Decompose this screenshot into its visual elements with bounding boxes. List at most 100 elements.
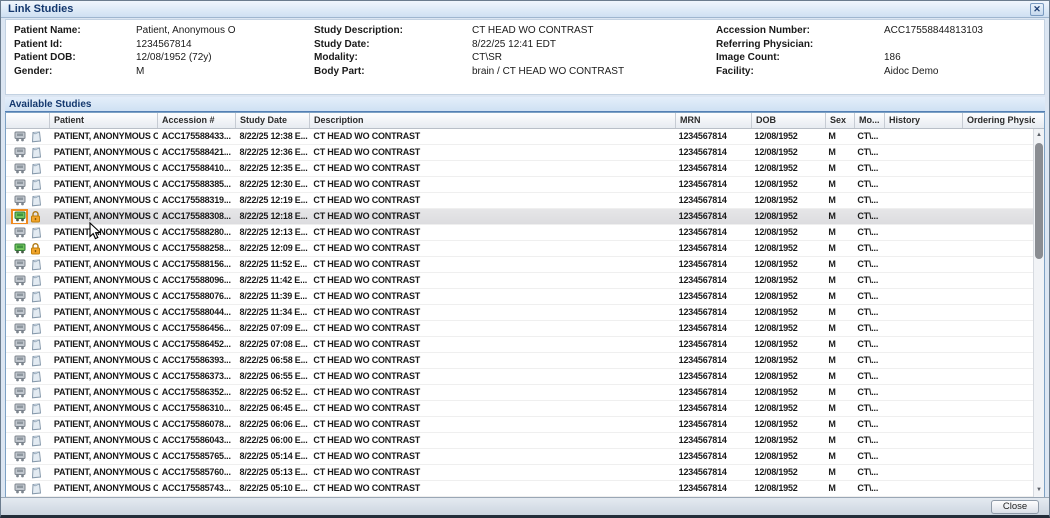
column-header-study-date[interactable]: Study Date <box>236 113 310 128</box>
table-row[interactable]: PATIENT, ANONYMOUS O ACC175588308... 8/2… <box>6 209 1033 225</box>
scroll-up-icon[interactable]: ▲ <box>1034 130 1044 141</box>
cell-dob: 12/08/1952 <box>751 177 825 192</box>
table-row[interactable]: PATIENT, ANONYMOUS O ACC175588385... 8/2… <box>6 177 1033 193</box>
table-row[interactable]: PATIENT, ANONYMOUS O ACC175588433... 8/2… <box>6 129 1033 145</box>
table-row[interactable]: PATIENT, ANONYMOUS O ACC175588280... 8/2… <box>6 225 1033 241</box>
scrollbar-thumb[interactable] <box>1035 143 1043 259</box>
study-icon-wrap <box>13 403 26 415</box>
column-header-patient[interactable]: Patient <box>50 113 158 128</box>
cell-description: CT HEAD WO CONTRAST <box>309 193 674 208</box>
column-header-icons[interactable] <box>6 113 50 128</box>
column-header-mrn[interactable]: MRN <box>676 113 752 128</box>
table-row[interactable]: PATIENT, ANONYMOUS O ACC175588096... 8/2… <box>6 273 1033 289</box>
cell-dob: 12/08/1952 <box>751 417 825 432</box>
study-machine-icon <box>14 227 26 238</box>
row-icons <box>6 321 50 336</box>
column-header-accession[interactable]: Accession # <box>158 113 236 128</box>
cell-patient: PATIENT, ANONYMOUS O <box>50 209 158 224</box>
cell-mrn: 1234567814 <box>675 225 751 240</box>
cell-study-date: 8/22/25 06:55 E... <box>236 369 310 384</box>
cell-modality: CT\... <box>853 401 883 416</box>
field-label: Patient Name: <box>14 25 136 39</box>
doc-icon-wrap <box>29 339 42 351</box>
table-row[interactable]: PATIENT, ANONYMOUS O ACC175586078... 8/2… <box>6 417 1033 433</box>
column-header-history[interactable]: History <box>885 113 963 128</box>
cell-ordering-physician <box>961 273 1033 288</box>
table-row[interactable]: PATIENT, ANONYMOUS O ACC175585760... 8/2… <box>6 465 1033 481</box>
cell-study-date: 8/22/25 12:30 E... <box>236 177 310 192</box>
table-row[interactable]: PATIENT, ANONYMOUS O ACC175588258... 8/2… <box>6 241 1033 257</box>
table-row[interactable]: PATIENT, ANONYMOUS O ACC175586310... 8/2… <box>6 401 1033 417</box>
cell-study-date: 8/22/25 07:08 E... <box>236 337 310 352</box>
cell-accession: ACC175588421... <box>158 145 236 160</box>
table-row[interactable]: PATIENT, ANONYMOUS O ACC175586352... 8/2… <box>6 385 1033 401</box>
cell-accession: ACC175586456... <box>158 321 236 336</box>
cell-accession: ACC175588156... <box>158 257 236 272</box>
field-value: 1234567814 <box>136 39 192 53</box>
table-row[interactable]: PATIENT, ANONYMOUS O ACC175586452... 8/2… <box>6 337 1033 353</box>
cell-accession: ACC175586452... <box>158 337 236 352</box>
column-header-sex[interactable]: Sex <box>826 113 855 128</box>
cell-dob: 12/08/1952 <box>751 481 825 496</box>
cell-sex: M <box>824 257 853 272</box>
cell-study-date: 8/22/25 11:52 E... <box>236 257 310 272</box>
study-machine-icon <box>14 307 26 318</box>
document-icon <box>30 307 42 319</box>
table-row[interactable]: PATIENT, ANONYMOUS O ACC175588421... 8/2… <box>6 145 1033 161</box>
table-row[interactable]: PATIENT, ANONYMOUS O ACC175588044... 8/2… <box>6 305 1033 321</box>
cell-sex: M <box>824 481 853 496</box>
study-machine-icon <box>14 323 26 334</box>
cell-mrn: 1234567814 <box>675 305 751 320</box>
column-header-modality[interactable]: Mo... <box>855 113 885 128</box>
table-row[interactable]: PATIENT, ANONYMOUS O ACC175586393... 8/2… <box>6 353 1033 369</box>
cell-accession: ACC175586310... <box>158 401 236 416</box>
document-icon <box>30 179 42 191</box>
cell-accession: ACC175588410... <box>158 161 236 176</box>
cell-dob: 12/08/1952 <box>751 129 825 144</box>
document-icon <box>30 339 42 351</box>
table-row[interactable]: PATIENT, ANONYMOUS O ACC175586043... 8/2… <box>6 433 1033 449</box>
column-header-ordering-physician[interactable]: Ordering Physic... <box>963 113 1035 128</box>
column-header-description[interactable]: Description <box>310 113 676 128</box>
study-machine-icon <box>14 419 26 430</box>
cell-dob: 12/08/1952 <box>751 321 825 336</box>
cell-study-date: 8/22/25 06:45 E... <box>236 401 310 416</box>
cell-description: CT HEAD WO CONTRAST <box>309 401 674 416</box>
cell-sex: M <box>824 321 853 336</box>
cell-dob: 12/08/1952 <box>751 225 825 240</box>
cell-accession: ACC175585765... <box>158 449 236 464</box>
cell-study-date: 8/22/25 12:36 E... <box>236 145 310 160</box>
table-row[interactable]: PATIENT, ANONYMOUS O ACC175585743... 8/2… <box>6 481 1033 497</box>
cell-modality: CT\... <box>853 129 883 144</box>
table-row[interactable]: PATIENT, ANONYMOUS O ACC175585765... 8/2… <box>6 449 1033 465</box>
vertical-scrollbar[interactable]: ▲ ▼ <box>1033 129 1044 497</box>
cell-description: CT HEAD WO CONTRAST <box>309 145 674 160</box>
table-row[interactable]: PATIENT, ANONYMOUS O ACC175588410... 8/2… <box>6 161 1033 177</box>
cell-ordering-physician <box>961 161 1033 176</box>
cell-study-date: 8/22/25 05:14 E... <box>236 449 310 464</box>
cell-modality: CT\... <box>853 385 883 400</box>
table-row[interactable]: PATIENT, ANONYMOUS O ACC175586373... 8/2… <box>6 369 1033 385</box>
study-icon-wrap <box>13 355 26 367</box>
field-label: Patient Id: <box>14 39 136 53</box>
row-icons <box>6 209 50 224</box>
cell-accession: ACC175588385... <box>158 177 236 192</box>
table-row[interactable]: PATIENT, ANONYMOUS O ACC175588076... 8/2… <box>6 289 1033 305</box>
cell-history <box>883 161 961 176</box>
cell-mrn: 1234567814 <box>675 369 751 384</box>
row-icons <box>6 433 50 448</box>
column-header-dob[interactable]: DOB <box>752 113 826 128</box>
scroll-down-icon[interactable]: ▼ <box>1034 485 1044 496</box>
cell-study-date: 8/22/25 12:19 E... <box>236 193 310 208</box>
cell-ordering-physician <box>961 305 1033 320</box>
close-icon[interactable]: ✕ <box>1030 3 1044 16</box>
doc-icon-wrap <box>29 483 42 495</box>
document-icon <box>30 467 42 479</box>
study-machine-icon <box>14 339 26 350</box>
study-icon-wrap <box>13 131 26 143</box>
table-row[interactable]: PATIENT, ANONYMOUS O ACC175588319... 8/2… <box>6 193 1033 209</box>
close-button[interactable]: Close <box>991 500 1039 514</box>
cell-description: CT HEAD WO CONTRAST <box>309 177 674 192</box>
table-row[interactable]: PATIENT, ANONYMOUS O ACC175588156... 8/2… <box>6 257 1033 273</box>
table-row[interactable]: PATIENT, ANONYMOUS O ACC175586456... 8/2… <box>6 321 1033 337</box>
